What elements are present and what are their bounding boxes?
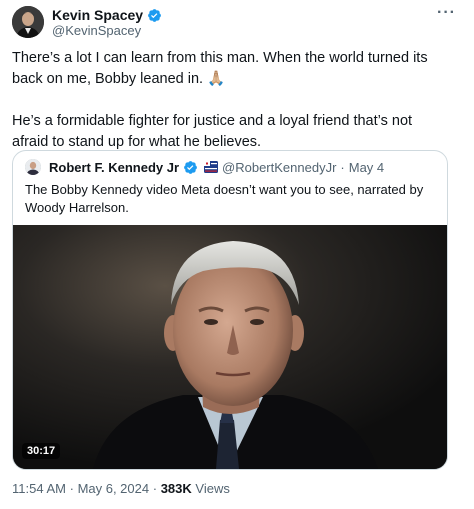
quoted-author-handle[interactable]: @RobertKennedyJr [222, 160, 336, 175]
author-name[interactable]: Kevin Spacey [52, 7, 143, 23]
author-name-row[interactable]: Kevin Spacey [52, 7, 162, 23]
tweet-paragraph-1: There’s a lot I can learn from this man.… [12, 50, 428, 87]
quoted-date[interactable]: May 4 [349, 160, 384, 175]
tweet-footer: 11:54 AM · May 6, 2024 · 383K Views [12, 481, 230, 496]
separator-dot: · [69, 481, 74, 496]
views-label: Views [195, 481, 230, 496]
author-avatar[interactable] [12, 6, 44, 38]
quoted-tweet-card[interactable]: Robert F. Kennedy Jr @RobertKennedyJr · … [12, 150, 448, 470]
separator-dot: · [340, 159, 345, 175]
quoted-author-name[interactable]: Robert F. Kennedy Jr [49, 160, 179, 175]
video-player[interactable]: 30:17 [13, 225, 447, 469]
separator-dot: · [152, 481, 158, 496]
verified-badge-icon [183, 160, 198, 175]
tweet-time[interactable]: 11:54 AM [12, 481, 66, 496]
tweet: Kevin Spacey @KevinSpacey ··· There’s a … [0, 0, 474, 509]
quoted-author-avatar[interactable] [25, 159, 41, 175]
more-options-icon[interactable]: ··· [437, 4, 456, 22]
quoted-tweet-text: The Bobby Kennedy video Meta doesn’t wan… [25, 182, 424, 215]
verified-badge-icon [147, 8, 162, 23]
video-thumbnail [13, 225, 447, 469]
video-duration: 30:17 [22, 443, 61, 459]
tweet-date[interactable]: May 6, 2024 [78, 481, 150, 496]
tweet-paragraph-2: He’s a formidable fighter for justice an… [12, 113, 413, 150]
author-handle[interactable]: @KevinSpacey [52, 23, 141, 38]
flag-icon [204, 161, 219, 173]
views-count: 383K [160, 481, 192, 496]
quoted-tweet-header: Robert F. Kennedy Jr @RobertKennedyJr · … [25, 159, 384, 175]
